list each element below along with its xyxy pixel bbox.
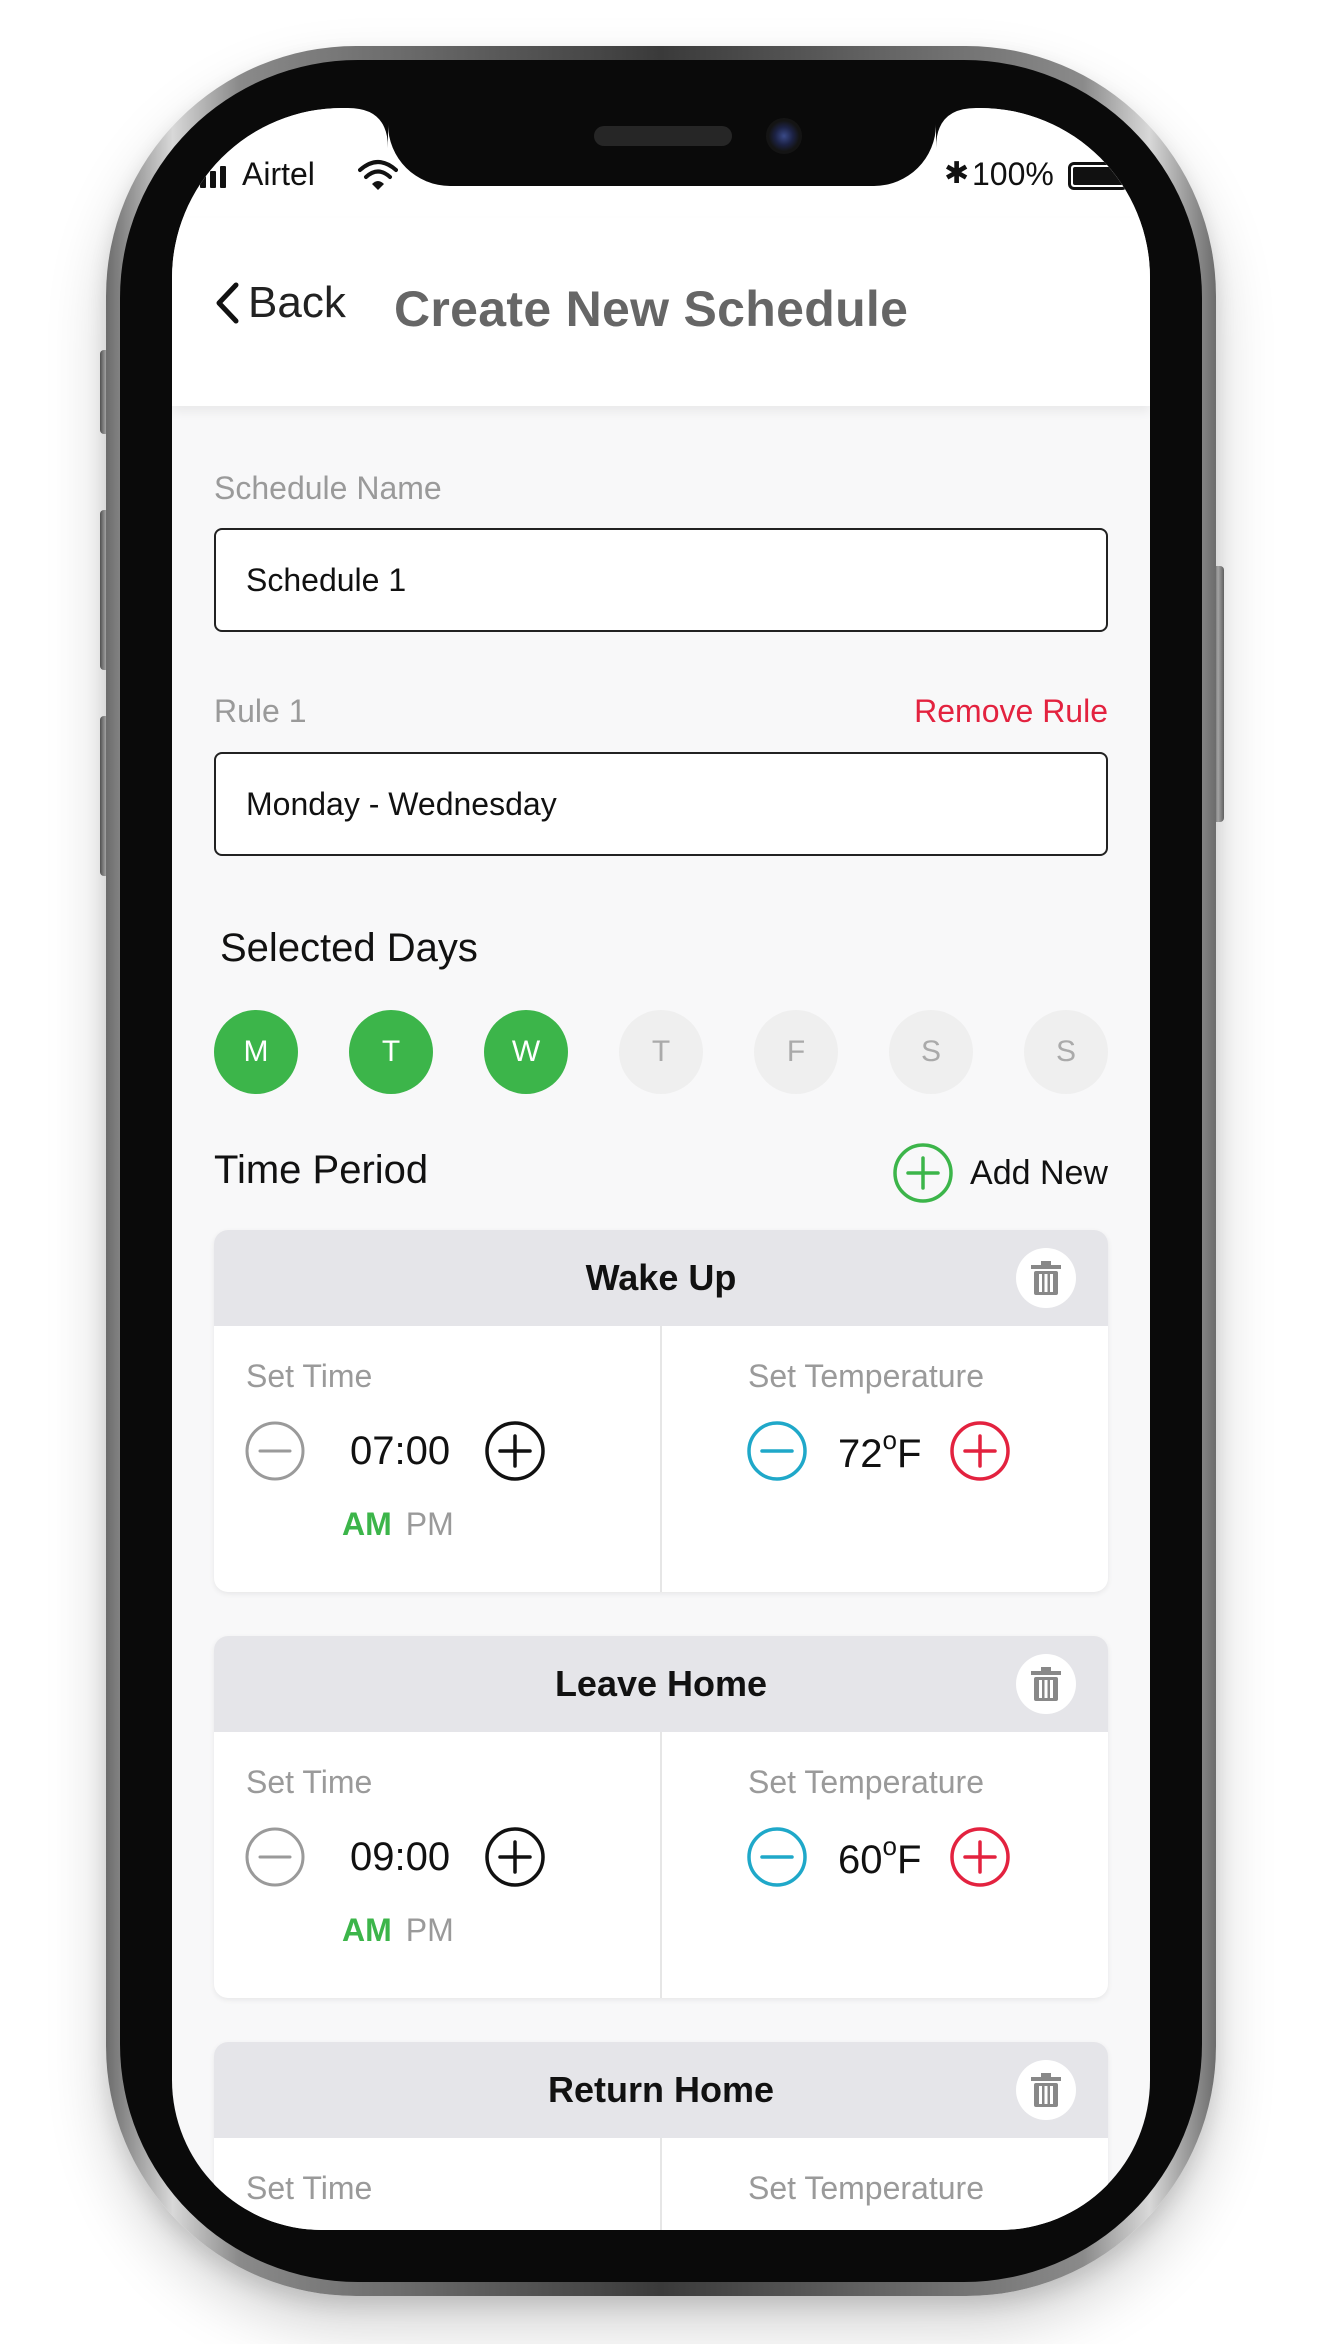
time-period-title: Time Period [214,1148,429,1192]
period-card-header: Wake Up [214,1230,1108,1326]
day-tuesday[interactable]: T [349,1010,433,1094]
temperature-value: 60oF [838,1831,922,1882]
set-temperature-label: Set Temperature [748,1764,984,1800]
notch-corner-left [348,108,388,148]
time-value: 07:00 [350,1428,451,1473]
day-thursday[interactable]: T [619,1010,703,1094]
set-temperature-section: Set Temperature 72oF [660,1326,1108,1592]
set-temperature-section: Set Temperature [660,2138,1108,2230]
schedule-name-value: Schedule 1 [246,561,407,598]
set-temperature-section: Set Temperature 60oF [660,1732,1108,1998]
page-title: Create New Schedule [394,281,909,337]
set-time-section: Set Time 07:00 AM PM [214,1326,660,1592]
trash-icon [1031,1667,1061,1701]
front-camera-icon [766,118,802,154]
period-name: Return Home [547,2069,775,2110]
temperature-increase-icon[interactable] [949,1826,1011,1888]
signal-icon [190,166,226,188]
selected-days-title: Selected Days [220,926,478,970]
trash-icon [1031,1261,1061,1295]
period-name: Wake Up [585,1257,737,1298]
rule-days-field[interactable]: Monday - Wednesday [214,752,1108,856]
back-label: Back [248,278,346,327]
day-monday[interactable]: M [214,1010,298,1094]
carrier-name: Airtel [242,156,315,192]
trash-icon [1031,2073,1061,2107]
day-selector: M T W T F S S [214,1010,1108,1094]
temperature-increase-icon[interactable] [949,1420,1011,1482]
pm-option[interactable]: PM [406,1506,454,1542]
remove-rule-link[interactable]: Remove Rule [914,693,1108,730]
earpiece-speaker [594,126,732,146]
chevron-left-icon [216,282,239,324]
set-temperature-label: Set Temperature [748,2170,984,2206]
rule-label: Rule 1 [214,693,307,729]
temperature-decrease-icon[interactable] [746,1826,808,1888]
schedule-name-label: Schedule Name [214,470,442,506]
bluetooth-icon: ✱ [944,157,970,190]
period-card-header: Return Home [214,2042,1108,2138]
set-time-section: Set Time 09:00 AM PM [214,1732,660,1998]
period-card-wake-up: Wake Up Set Time 07:00 AM PM Set Tempera… [214,1230,1108,1592]
rule-days-value: Monday - Wednesday [246,785,557,822]
phone-notch [388,108,936,186]
period-card-header: Leave Home [214,1636,1108,1732]
time-decrease-icon[interactable] [244,1420,306,1482]
day-saturday[interactable]: S [889,1010,973,1094]
add-new-label: Add New [970,1153,1108,1192]
time-decrease-icon[interactable] [244,1826,306,1888]
battery-percentage: 100% [972,156,1054,192]
back-button[interactable]: Back [214,278,346,328]
wifi-icon [358,160,398,190]
day-sunday[interactable]: S [1024,1010,1108,1094]
schedule-name-input[interactable]: Schedule 1 [214,528,1108,632]
delete-period-button[interactable] [1016,2060,1076,2120]
time-increase-icon[interactable] [484,1826,546,1888]
delete-period-button[interactable] [1016,1248,1076,1308]
delete-period-button[interactable] [1016,1654,1076,1714]
set-temperature-label: Set Temperature [748,1358,984,1394]
day-wednesday[interactable]: W [484,1010,568,1094]
notch-corner-right [936,108,976,148]
set-time-label: Set Time [246,1358,373,1394]
temperature-value: 72oF [838,1425,922,1476]
set-time-label: Set Time [246,1764,373,1800]
temperature-decrease-icon[interactable] [746,1420,808,1482]
period-card-leave-home: Leave Home Set Time 09:00 AM PM Set Temp… [214,1636,1108,1998]
battery-icon [1068,162,1133,190]
phone-screen: Airtel ✱ 100% Back Create New Schedule S… [172,108,1150,2230]
plus-circle-icon [893,1143,953,1203]
am-option[interactable]: AM [342,1912,392,1948]
period-card-return-home: Return Home Set Time Set Temperature [214,2042,1108,2230]
pm-option[interactable]: PM [406,1912,454,1948]
am-option[interactable]: AM [342,1506,392,1542]
time-increase-icon[interactable] [484,1420,546,1482]
add-new-period-button[interactable]: Add New [892,1142,1108,1204]
day-friday[interactable]: F [754,1010,838,1094]
period-name: Leave Home [554,1663,768,1704]
time-value: 09:00 [350,1834,451,1879]
set-time-label: Set Time [246,2170,373,2206]
set-time-section: Set Time [214,2138,660,2230]
